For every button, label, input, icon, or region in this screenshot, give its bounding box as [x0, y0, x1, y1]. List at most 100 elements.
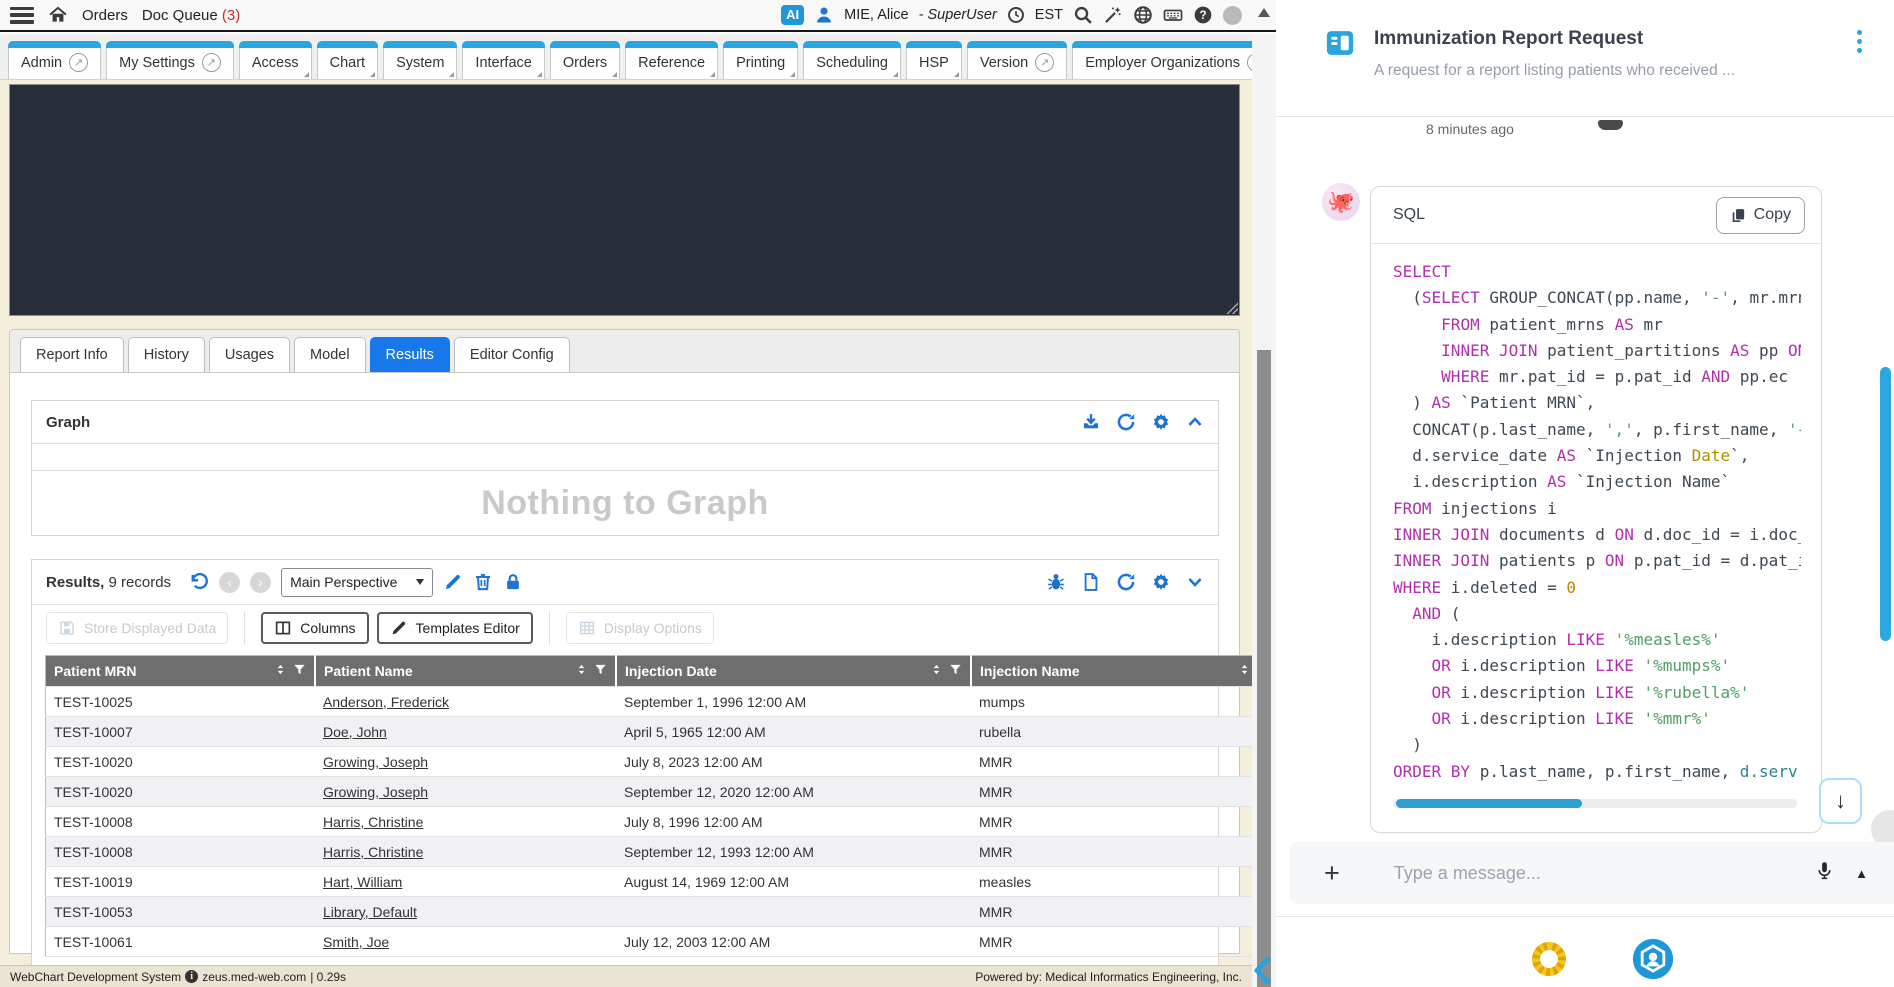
external-link-icon[interactable]: ↗: [202, 53, 221, 72]
patient-link[interactable]: Harris, Christine: [323, 844, 423, 860]
nav-tab-orders[interactable]: Orders: [550, 41, 620, 79]
nav-tab-interface[interactable]: Interface: [462, 41, 544, 79]
table-row: TEST-10020Growing, JosephSeptember 12, 2…: [46, 777, 1279, 807]
patient-link[interactable]: Harris, Christine: [323, 814, 423, 830]
gear-icon[interactable]: [1151, 412, 1171, 432]
breadcrumb-doc-queue[interactable]: Doc Queue (3): [142, 7, 240, 24]
ai-badge[interactable]: AI: [781, 5, 804, 25]
nav-tab-chart[interactable]: Chart: [317, 41, 378, 79]
patient-link[interactable]: Smith, Joe: [323, 934, 389, 950]
nav-tab-system[interactable]: System: [383, 41, 457, 79]
collapse-panel-arrow[interactable]: [1248, 954, 1280, 986]
patient-link[interactable]: Growing, Joseph: [323, 784, 428, 800]
download-icon[interactable]: [1081, 412, 1101, 432]
nav-tab-hsp[interactable]: HSP: [906, 41, 962, 79]
new-document-icon[interactable]: [1081, 572, 1101, 592]
sort-icon[interactable]: [575, 663, 588, 679]
expand-icon[interactable]: [1186, 573, 1204, 591]
delete-perspective-icon[interactable]: [473, 572, 493, 592]
lock-icon[interactable]: [503, 572, 523, 592]
message-input[interactable]: [1392, 862, 1814, 885]
tab-editor-config[interactable]: Editor Config: [454, 337, 570, 372]
column-header-patient-mrn[interactable]: Patient MRN: [46, 656, 316, 687]
globe-icon[interactable]: [1133, 5, 1153, 25]
tab-report-info[interactable]: Report Info: [20, 337, 124, 372]
horizontal-scrollbar[interactable]: [1393, 799, 1797, 808]
filter-funnel-icon[interactable]: [293, 663, 306, 679]
scrollbar-thumb[interactable]: [1257, 350, 1271, 987]
nav-tab-access[interactable]: Access: [239, 41, 312, 79]
nav-tab-printing[interactable]: Printing: [723, 41, 798, 79]
tab-usages[interactable]: Usages: [209, 337, 290, 372]
nav-tab-my-settings[interactable]: My Settings↗: [106, 41, 234, 79]
sort-icon[interactable]: [274, 663, 287, 679]
filter-funnel-icon[interactable]: [594, 663, 607, 679]
column-header-injection-name[interactable]: Injection Name: [971, 656, 1279, 687]
debug-icon[interactable]: [1046, 572, 1066, 592]
patient-link[interactable]: Growing, Joseph: [323, 754, 428, 770]
store-displayed-data-button[interactable]: Store Displayed Data: [46, 612, 228, 644]
scroll-up-arrow[interactable]: [1258, 8, 1270, 17]
blue-app-icon[interactable]: [1632, 938, 1674, 980]
column-header-patient-name[interactable]: Patient Name: [315, 656, 616, 687]
edit-perspective-icon[interactable]: [443, 572, 463, 592]
scroll-to-bottom-button[interactable]: ↓: [1819, 778, 1862, 824]
tab-history[interactable]: History: [128, 337, 205, 372]
nav-tab-version[interactable]: Version↗: [967, 41, 1067, 79]
nav-tab-employer-organizations[interactable]: Employer Organizations↗: [1072, 41, 1252, 79]
host-link[interactable]: zeus.med-web.com: [202, 970, 306, 984]
sql-code-line: SELECT: [1393, 259, 1801, 285]
left-scrollbar[interactable]: [1252, 34, 1276, 987]
next-perspective-button[interactable]: ›: [250, 572, 271, 593]
refresh-icon[interactable]: [1116, 412, 1136, 432]
patient-link[interactable]: Hart, William: [323, 874, 402, 890]
templates-editor-button[interactable]: Templates Editor: [377, 612, 533, 644]
info-icon[interactable]: i: [185, 970, 198, 983]
user-name[interactable]: MIE, Alice: [844, 7, 908, 23]
prev-perspective-button[interactable]: ‹: [219, 572, 240, 593]
kebab-menu-icon[interactable]: [1857, 30, 1862, 53]
wand-icon[interactable]: [1103, 5, 1123, 25]
refresh-results-icon[interactable]: [1116, 572, 1136, 592]
avatar-placeholder[interactable]: [1223, 6, 1242, 25]
collapse-icon[interactable]: [1186, 413, 1204, 431]
tab-results[interactable]: Results: [370, 337, 450, 372]
results-section: Results, 9 records ‹ › Main Perspective: [31, 559, 1219, 972]
search-icon[interactable]: [1073, 5, 1093, 25]
column-header-injection-date[interactable]: Injection Date: [616, 656, 971, 687]
breadcrumb-orders[interactable]: Orders: [82, 7, 128, 24]
sort-icon[interactable]: [1238, 663, 1251, 679]
hscroll-thumb[interactable]: [1396, 799, 1582, 808]
undo-icon[interactable]: [189, 572, 209, 592]
external-link-icon[interactable]: ↗: [69, 53, 88, 72]
sql-code[interactable]: SELECT (SELECT GROUP_CONCAT(pp.name, '-'…: [1371, 244, 1801, 789]
attach-plus-button[interactable]: +: [1324, 860, 1340, 887]
microphone-icon[interactable]: [1814, 860, 1835, 886]
panel-scrollbar-thumb[interactable]: [1880, 367, 1891, 641]
hamburger-menu-icon[interactable]: [10, 7, 34, 24]
code-editor-area[interactable]: [9, 84, 1240, 316]
columns-button[interactable]: Columns: [261, 612, 368, 644]
display-options-button[interactable]: Display Options: [566, 612, 714, 644]
help-icon[interactable]: ?: [1193, 5, 1213, 25]
patient-name-cell: Harris, Christine: [315, 837, 616, 867]
nav-tab-reference[interactable]: Reference: [625, 41, 718, 79]
results-settings-icon[interactable]: [1151, 572, 1171, 592]
sort-icon[interactable]: [930, 663, 943, 679]
external-link-icon[interactable]: ↗: [1035, 53, 1054, 72]
patient-link[interactable]: Anderson, Frederick: [323, 694, 449, 710]
nav-tab-scheduling[interactable]: Scheduling: [803, 41, 901, 79]
resize-handle[interactable]: [1225, 301, 1238, 314]
nav-tab-label: Chart: [330, 55, 365, 71]
patient-link[interactable]: Library, Default: [323, 904, 417, 920]
tab-model[interactable]: Model: [294, 337, 366, 372]
perspective-select[interactable]: Main Perspective: [281, 568, 433, 597]
keyboard-icon[interactable]: [1163, 5, 1183, 25]
patient-link[interactable]: Doe, John: [323, 724, 387, 740]
home-icon[interactable]: [48, 5, 68, 25]
copy-button[interactable]: Copy: [1716, 197, 1805, 234]
filter-funnel-icon[interactable]: [949, 663, 962, 679]
nav-tab-admin[interactable]: Admin↗: [8, 41, 101, 79]
gold-ring-app-icon[interactable]: [1532, 942, 1566, 976]
collapse-chat-icon[interactable]: ▲: [1855, 866, 1868, 881]
